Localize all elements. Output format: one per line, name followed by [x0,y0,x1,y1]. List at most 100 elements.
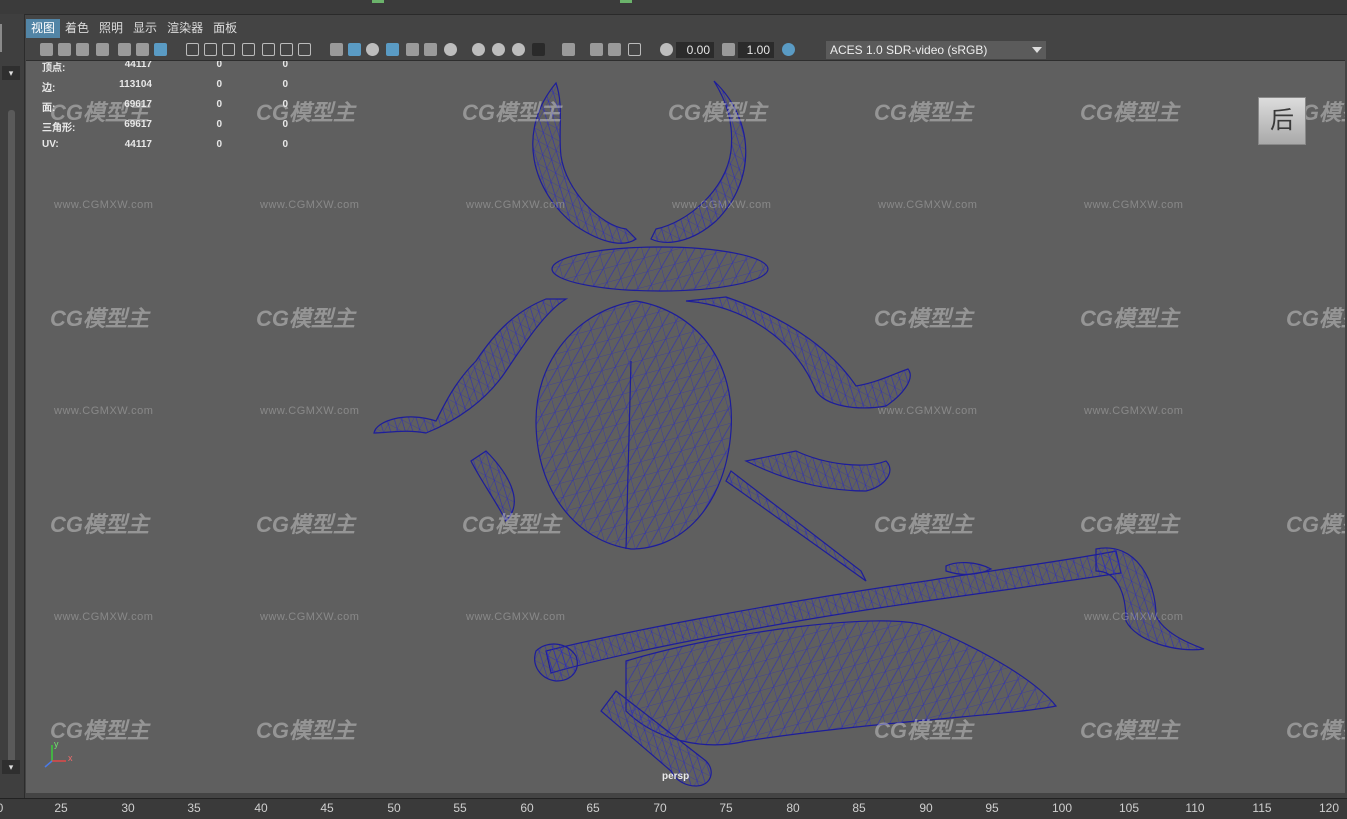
menu-view[interactable]: 视图 [26,19,61,38]
watermark-url: www.CGMXW.com [54,611,154,623]
watermark-url: www.CGMXW.com [878,199,978,211]
pencil-tool-icon[interactable] [154,43,167,56]
timeline-tick: 45 [320,801,334,815]
beetle-body [535,300,732,550]
hud-label: 三角形: [42,123,76,134]
hud-label: 面: [42,103,56,114]
2d-pan-zoom-icon[interactable] [118,43,131,56]
anti-aliasing-icon[interactable] [512,43,525,56]
grid-icon[interactable] [186,43,199,56]
timeline-tick: 80 [786,801,800,815]
watermark-logo: CG模型主 [50,512,150,537]
range-marker [620,0,632,3]
wireframe-on-shaded-icon[interactable] [386,43,399,56]
watermark-url: www.CGMXW.com [466,199,566,211]
screen-space-ao-icon[interactable] [472,43,485,56]
menu-show[interactable]: 显示 [128,19,162,38]
top-status-strip [0,0,1347,15]
hud-value: 0 [282,119,288,130]
scroll-up-icon[interactable]: ▾ [2,66,20,80]
vertical-scrollbar[interactable] [8,110,15,770]
hud-value: 0 [282,61,288,70]
beetle-lower-claw [744,450,891,492]
timeline-tick: 40 [254,801,268,815]
exposure-icon[interactable] [660,43,673,56]
motion-blur-icon[interactable] [492,43,505,56]
timeline-tick: 105 [1118,801,1140,815]
hud-value: 69617 [124,119,152,130]
gamma-icon[interactable] [722,43,735,56]
watermark-url: www.CGMXW.com [260,199,360,211]
3d-viewport[interactable]: CG模型主 CG模型主 CG模型主 CG模型主 CG模型主 CG模型主 CG模型… [26,61,1345,793]
film-gate-icon[interactable] [204,43,217,56]
safe-action-icon[interactable] [280,43,293,56]
timeline-tick: 30 [121,801,135,815]
watermark-logo: CG模型主 [256,718,356,743]
view-cube[interactable]: 后 [1258,97,1306,145]
safe-title-icon[interactable] [298,43,311,56]
textured-icon[interactable] [406,43,419,56]
watermark-logo: CG模型主 [874,306,974,331]
menu-renderer[interactable]: 渲染器 [162,19,208,38]
isolate-select-icon[interactable] [562,43,575,56]
xray-icon[interactable] [590,43,603,56]
camera-label: persp [662,771,690,782]
hud-value: 0 [216,61,222,70]
menu-lighting[interactable]: 照明 [94,19,128,38]
menu-shading[interactable]: 着色 [60,19,94,38]
gamma-field[interactable]: 1.00 [738,42,774,58]
watermark-logo: CG模型主 [1080,718,1180,743]
timeline-tick: 25 [54,801,68,815]
timeline-tick: 115 [1252,801,1272,815]
timeline-tick: 60 [520,801,534,815]
watermark-url: www.CGMXW.com [1084,405,1184,417]
hud-label: UV: [42,139,59,150]
hud-value: 0 [282,99,288,110]
color-management-icon[interactable] [782,43,795,56]
depth-of-field-icon[interactable] [532,43,545,56]
resolution-gate-icon[interactable] [222,43,235,56]
default-material-icon[interactable] [366,43,379,56]
wireframe-icon[interactable] [330,43,343,56]
watermark-logo: CG模型主 [668,100,768,125]
select-camera-icon[interactable] [40,43,53,56]
xray-joints-icon[interactable] [628,43,641,56]
watermark-url: www.CGMXW.com [672,199,772,211]
watermark-logo: CG模型主 [1080,100,1180,125]
beetle-head-disc [551,246,769,292]
timeline-tick: 110 [1185,801,1205,815]
shadows-icon[interactable] [444,43,457,56]
menu-panels[interactable]: 面板 [208,19,242,38]
color-space-select[interactable]: ACES 1.0 SDR-video (sRGB) [826,41,1046,59]
hud-value: 0 [216,139,222,150]
watermark-logo: CG模型主 [1286,512,1345,537]
axis-x-label: x [68,753,73,763]
hud-value: 0 [282,139,288,150]
exposure-field[interactable]: 0.00 [676,42,714,58]
lights-icon[interactable] [424,43,437,56]
watermark-url: www.CGMXW.com [54,199,154,211]
timeline-tick: 120 [1318,801,1340,815]
panel-edge-marker [0,24,2,52]
watermark-logo: CG模型主 [874,718,974,743]
timeline-tick: 35 [187,801,201,815]
panel-toolbar: 0.00 1.00 ACES 1.0 SDR-video (sRGB) [26,40,1345,61]
timeline-ruler[interactable]: 0 25 30 35 40 45 50 55 60 65 70 75 80 85… [0,798,1347,819]
watermark-logo: CG模型主 [1080,512,1180,537]
scroll-down-icon[interactable]: ▾ [2,760,20,774]
image-plane-icon[interactable] [96,43,109,56]
timeline-tick: 100 [1051,801,1073,815]
timeline-tick: 85 [852,801,866,815]
camera-attributes-icon[interactable] [58,43,71,56]
field-chart-icon[interactable] [262,43,275,56]
chevron-down-icon [1032,47,1042,53]
xray-active-icon[interactable] [608,43,621,56]
gate-mask-icon[interactable] [242,43,255,56]
grease-pencil-icon[interactable] [136,43,149,56]
bookmark-icon[interactable] [76,43,89,56]
timeline-tick: 50 [387,801,401,815]
smooth-shade-icon[interactable] [348,43,361,56]
watermark-logo: CG模型主 [874,512,974,537]
watermark-logo: CG模型主 [256,512,356,537]
range-marker [372,0,384,3]
